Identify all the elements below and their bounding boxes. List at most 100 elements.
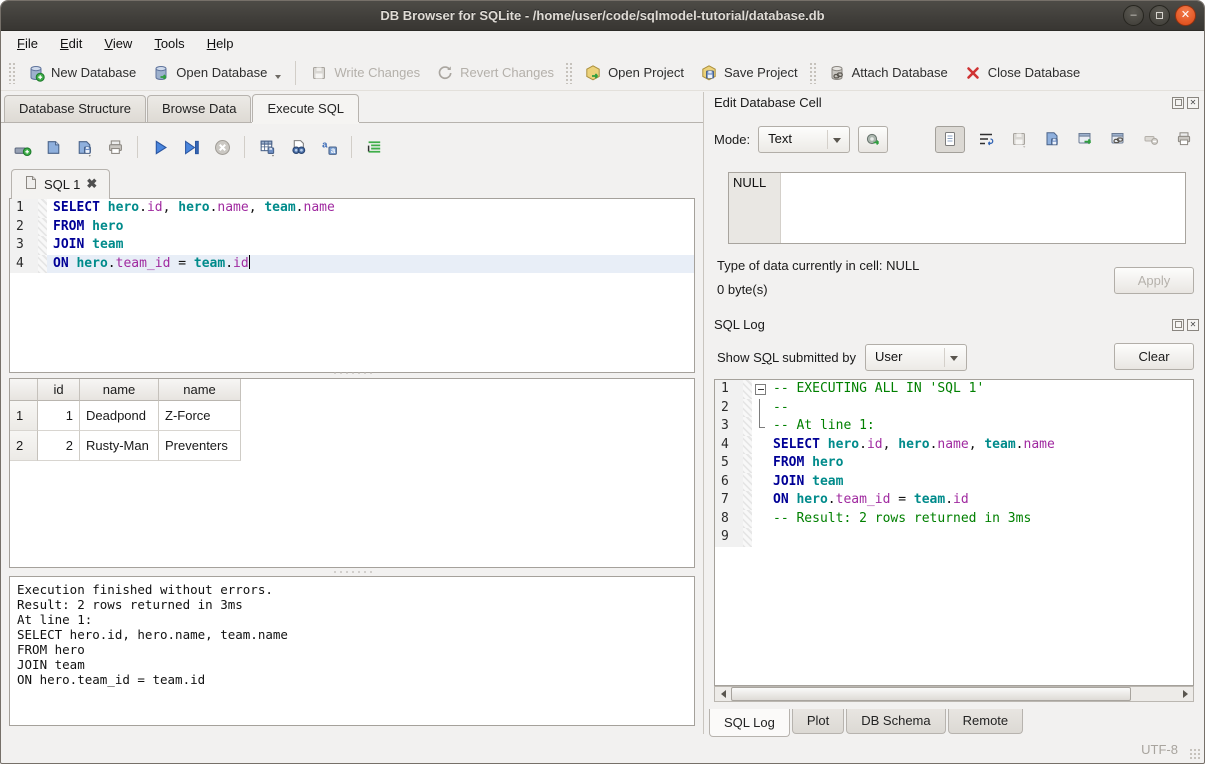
save-project-icon — [700, 64, 718, 82]
menu-help[interactable]: Help — [197, 34, 244, 53]
close-tab-icon[interactable]: ✖ — [86, 176, 97, 192]
sql-log-dock-buttons: ✕ — [1172, 319, 1199, 331]
close-database-button[interactable]: Close Database — [956, 60, 1089, 86]
table-cell[interactable]: Preventers — [159, 431, 241, 461]
window-controls: – ✕ — [1123, 5, 1196, 26]
open-database-dropdown-arrow[interactable] — [275, 75, 281, 79]
maximize-button[interactable] — [1149, 5, 1170, 26]
minimize-button[interactable]: – — [1123, 5, 1144, 26]
link-cell-button[interactable] — [1106, 127, 1130, 151]
new-sql-tab-button[interactable] — [11, 136, 33, 158]
word-wrap-button[interactable] — [974, 127, 998, 151]
open-database-icon — [152, 64, 170, 82]
table-row[interactable]: 22Rusty-ManPreventers — [10, 431, 694, 461]
save-project-button[interactable]: Save Project — [692, 60, 806, 86]
cell-size-info: 0 byte(s) — [717, 282, 768, 297]
open-database-button[interactable]: Open Database — [144, 60, 289, 86]
column-header[interactable]: id — [38, 379, 80, 401]
table-cell[interactable]: Rusty-Man — [80, 431, 159, 461]
table-cell[interactable]: 1 — [38, 401, 80, 431]
edit-cell-dock-buttons: ✕ — [1172, 97, 1199, 109]
encoding-indicator[interactable]: UTF-8 — [1141, 742, 1178, 757]
save-cell-button[interactable] — [1007, 127, 1031, 151]
titlebar[interactable]: DB Browser for SQLite - /home/user/code/… — [1, 1, 1204, 31]
tab-browse-data[interactable]: Browse Data — [147, 95, 251, 122]
menu-file[interactable]: File — [7, 34, 48, 53]
tab-sql-log[interactable]: SQL Log — [709, 709, 790, 737]
column-header[interactable]: name — [80, 379, 159, 401]
filter-label: Show SQL submitted by — [717, 350, 856, 365]
main-toolbar: New Database Open Database Write Changes… — [1, 55, 1204, 91]
editor-results-splitter[interactable] — [9, 369, 695, 377]
tab-pane-border — [1, 122, 703, 123]
save-sql-file-button[interactable] — [73, 136, 95, 158]
export-results-button[interactable] — [256, 136, 278, 158]
mode-label: Mode: — [714, 132, 750, 147]
table-cell[interactable]: 2 — [10, 431, 38, 461]
column-header[interactable] — [10, 379, 38, 401]
toolbar-drag-handle[interactable] — [8, 62, 16, 84]
close-dock-icon[interactable]: ✕ — [1187, 97, 1199, 109]
tab-plot[interactable]: Plot — [792, 709, 844, 734]
close-dock-icon[interactable]: ✕ — [1187, 319, 1199, 331]
table-cell[interactable]: 1 — [10, 401, 38, 431]
print-cell-button[interactable] — [1172, 127, 1196, 151]
export-cell-button[interactable] — [1073, 127, 1097, 151]
table-cell[interactable]: Z-Force — [159, 401, 241, 431]
auto-apply-button[interactable] — [858, 126, 888, 153]
sql-log-view[interactable]: 1-- EXECUTING ALL IN 'SQL 1'2--3-- At li… — [714, 379, 1194, 686]
scrollbar-thumb[interactable] — [731, 687, 1131, 701]
log-horizontal-scrollbar[interactable] — [714, 686, 1194, 702]
revert-changes-button[interactable]: Revert Changes — [428, 60, 562, 86]
cell-value-editor[interactable]: NULL — [728, 172, 1186, 244]
print-sql-button[interactable] — [104, 136, 126, 158]
format-sql-button[interactable] — [363, 136, 385, 158]
mode-select[interactable]: Text — [758, 126, 850, 153]
results-messages-splitter[interactable] — [9, 568, 695, 576]
apply-button[interactable]: Apply — [1114, 267, 1194, 294]
menu-tools[interactable]: Tools — [144, 34, 194, 53]
new-database-button[interactable]: New Database — [19, 60, 144, 86]
execute-sql-panel: Database Structure Browse Data Execute S… — [1, 92, 703, 734]
scroll-left-arrow[interactable] — [715, 687, 731, 701]
clear-log-button[interactable]: Clear — [1114, 343, 1194, 370]
toolbar-drag-handle[interactable] — [565, 62, 573, 84]
tab-remote[interactable]: Remote — [948, 709, 1024, 734]
table-cell[interactable]: 2 — [38, 431, 80, 461]
set-null-button[interactable] — [1139, 127, 1163, 151]
tab-db-schema[interactable]: DB Schema — [846, 709, 945, 734]
open-project-button[interactable]: Open Project — [576, 60, 692, 86]
menu-view[interactable]: View — [94, 34, 142, 53]
menu-edit[interactable]: Edit — [50, 34, 92, 53]
svg-text:a: a — [330, 146, 335, 155]
autocomplete-button[interactable]: aa — [318, 136, 340, 158]
cell-edit-area[interactable] — [781, 173, 1185, 243]
execute-all-button[interactable] — [149, 136, 171, 158]
tab-database-structure[interactable]: Database Structure — [4, 95, 146, 122]
toolbar-drag-handle[interactable] — [809, 62, 817, 84]
table-row[interactable]: 11DeadpondZ-Force — [10, 401, 694, 431]
column-header[interactable]: name — [159, 379, 241, 401]
execute-line-button[interactable] — [180, 136, 202, 158]
sql1-tab[interactable]: SQL 1 ✖ — [11, 169, 110, 199]
results-grid[interactable]: idnamename11DeadpondZ-Force22Rusty-ManPr… — [9, 378, 695, 568]
log-source-select[interactable]: User — [865, 344, 967, 371]
sql1-tab-label: SQL 1 — [44, 177, 80, 192]
open-sql-file-button[interactable] — [42, 136, 64, 158]
find-replace-button[interactable] — [287, 136, 309, 158]
execution-message-panel[interactable]: Execution finished without errors. Resul… — [9, 576, 695, 726]
toolbar-separator — [137, 136, 138, 158]
sql-editor[interactable]: 1SELECT hero.id, hero.name, team.name2FR… — [9, 198, 695, 373]
stop-button[interactable] — [211, 136, 233, 158]
table-cell[interactable]: Deadpond — [80, 401, 159, 431]
close-button[interactable]: ✕ — [1175, 5, 1196, 26]
resize-grip[interactable] — [1189, 748, 1201, 760]
scroll-right-arrow[interactable] — [1177, 687, 1193, 701]
float-dock-icon[interactable] — [1172, 319, 1184, 331]
write-changes-button[interactable]: Write Changes — [302, 60, 428, 86]
attach-database-button[interactable]: Attach Database — [820, 60, 956, 86]
text-view-button[interactable] — [935, 126, 965, 153]
tab-execute-sql[interactable]: Execute SQL — [252, 94, 359, 122]
float-dock-icon[interactable] — [1172, 97, 1184, 109]
import-cell-button[interactable] — [1040, 127, 1064, 151]
